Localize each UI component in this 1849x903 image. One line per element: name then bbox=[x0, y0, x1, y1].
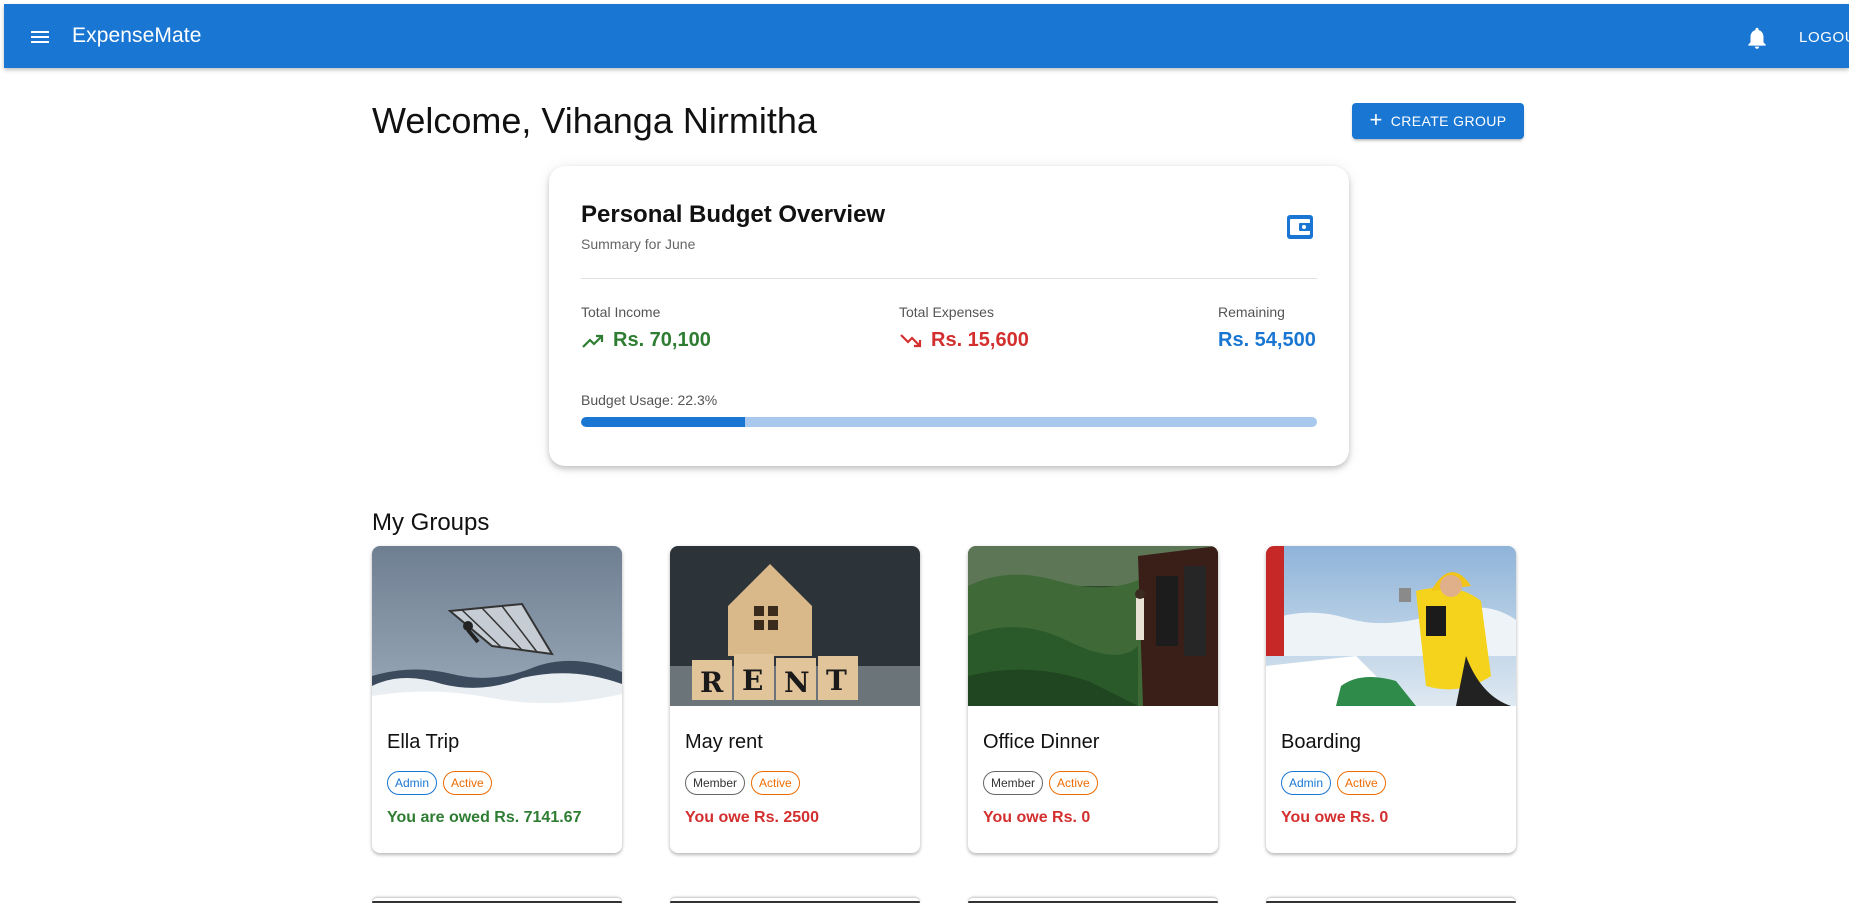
remaining-stat: Remaining Rs. 54,500 bbox=[1218, 304, 1316, 352]
group-balance: You are owed Rs. 7141.67 bbox=[387, 809, 582, 826]
group-card[interactable]: R E N T May rent Member Active You owe R… bbox=[670, 546, 920, 853]
svg-text:N: N bbox=[784, 666, 810, 699]
group-card[interactable]: Office Dinner Member Active You owe Rs. … bbox=[968, 546, 1218, 853]
remaining-label: Remaining bbox=[1218, 304, 1285, 320]
create-group-label: CREATE GROUP bbox=[1390, 113, 1507, 129]
app-bar: ExpenseMate LOGOUT bbox=[4, 4, 1849, 68]
menu-icon[interactable] bbox=[24, 24, 56, 48]
svg-text:R: R bbox=[700, 666, 724, 699]
budget-usage-label: Budget Usage: 22.3% bbox=[581, 392, 718, 408]
income-stat: Total Income Rs. 70,100 bbox=[581, 304, 711, 352]
budget-usage-bar bbox=[581, 417, 1317, 427]
expenses-value: Rs. 15,600 bbox=[931, 329, 1029, 351]
group-card[interactable]: Boarding Admin Active You owe Rs. 0 bbox=[1266, 546, 1516, 853]
expenses-label: Total Expenses bbox=[899, 304, 994, 320]
status-badge: Active bbox=[1049, 771, 1098, 795]
status-badge: Active bbox=[443, 771, 492, 795]
budget-divider bbox=[581, 278, 1317, 279]
budget-title: Personal Budget Overview bbox=[581, 201, 886, 228]
wallet-icon bbox=[1287, 215, 1313, 239]
group-balance: You owe Rs. 0 bbox=[1281, 809, 1389, 826]
group-card[interactable]: Ella Trip Admin Active You are owed Rs. … bbox=[372, 546, 622, 853]
group-name: May rent bbox=[685, 731, 763, 753]
budget-usage-fill bbox=[581, 417, 746, 427]
svg-text:T: T bbox=[826, 664, 847, 697]
group-image bbox=[968, 546, 1218, 706]
bell-icon[interactable] bbox=[1744, 25, 1770, 51]
svg-text:E: E bbox=[742, 664, 763, 697]
group-balance: You owe Rs. 0 bbox=[983, 809, 1091, 826]
group-card-partial[interactable] bbox=[968, 898, 1218, 903]
expenses-stat: Total Expenses Rs. 15,600 bbox=[899, 304, 1029, 352]
group-card-partial[interactable] bbox=[372, 898, 622, 903]
logout-button[interactable]: LOGOUT bbox=[1799, 29, 1849, 46]
app-title: ExpenseMate bbox=[72, 24, 202, 47]
income-value: Rs. 70,100 bbox=[613, 329, 711, 351]
income-label: Total Income bbox=[581, 304, 661, 320]
role-badge: Member bbox=[983, 771, 1044, 795]
role-badge: Member bbox=[685, 771, 746, 795]
group-card-partial[interactable] bbox=[1266, 898, 1516, 903]
group-balance: You owe Rs. 2500 bbox=[685, 809, 819, 826]
group-image bbox=[372, 546, 622, 706]
create-group-button[interactable]: + CREATE GROUP bbox=[1352, 103, 1524, 139]
plus-icon: + bbox=[1369, 107, 1383, 132]
role-badge: Admin bbox=[1281, 771, 1332, 795]
remaining-value: Rs. 54,500 bbox=[1218, 329, 1316, 351]
budget-subtitle: Summary for June bbox=[581, 236, 696, 252]
group-name: Ella Trip bbox=[387, 731, 460, 753]
welcome-heading: Welcome, Vihanga Nirmitha bbox=[372, 100, 817, 141]
status-badge: Active bbox=[751, 771, 800, 795]
group-card-partial[interactable] bbox=[670, 898, 920, 903]
group-name: Office Dinner bbox=[983, 731, 1100, 753]
role-badge: Admin bbox=[387, 771, 438, 795]
trending-up-icon bbox=[582, 334, 604, 348]
trending-down-icon bbox=[900, 333, 922, 347]
group-name: Boarding bbox=[1281, 731, 1362, 753]
status-badge: Active bbox=[1337, 771, 1386, 795]
groups-heading: My Groups bbox=[372, 509, 490, 536]
budget-overview-card: Personal Budget Overview Summary for Jun… bbox=[549, 166, 1349, 466]
group-image: R E N T bbox=[670, 546, 920, 706]
group-image bbox=[1266, 546, 1516, 706]
